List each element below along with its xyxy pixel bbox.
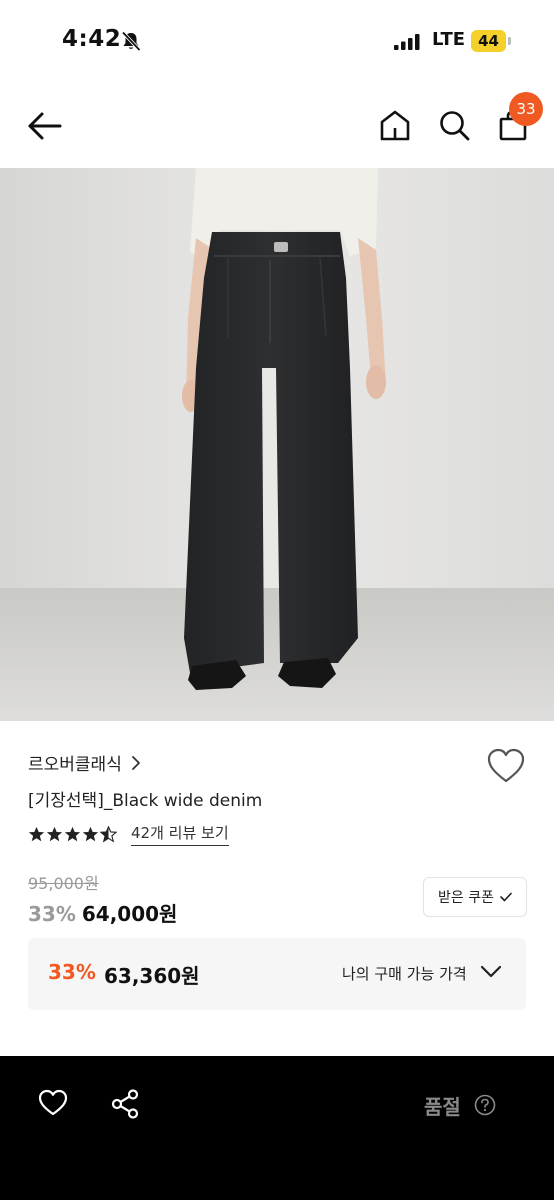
back-icon[interactable] [26, 110, 64, 142]
original-price: 95,000원 [28, 874, 99, 893]
star-icon [64, 826, 81, 841]
network-label: LTE [432, 29, 466, 50]
star-icon [28, 826, 45, 841]
check-icon [500, 892, 512, 902]
my-price: 63,360원 [104, 964, 200, 988]
price-row: 33% 64,000원 [28, 898, 177, 927]
heart-icon[interactable] [38, 1089, 68, 1117]
top-navigation: 33 [0, 84, 554, 168]
star-icon [46, 826, 63, 841]
status-time: 4:42 [62, 26, 122, 52]
review-link[interactable]: 42개 리뷰 보기 [131, 822, 229, 846]
my-discount-rate: 33% [48, 960, 96, 984]
star-icon [82, 826, 99, 841]
product-name: [기장선택]_Black wide denim [28, 791, 263, 811]
wishlist-heart-icon[interactable] [486, 747, 526, 785]
chevron-down-icon[interactable] [480, 965, 502, 979]
brand-name: 르오버클래식 [28, 755, 122, 775]
cart-count-badge[interactable]: 33 [509, 92, 543, 126]
discount-rate: 33% [28, 902, 76, 926]
my-price-panel[interactable]: 33% 63,360원 나의 구매 가능 가격 [28, 938, 526, 1010]
bottom-action-bar: 품절 [0, 1056, 554, 1200]
battery-level: 44 [478, 32, 499, 50]
coupon-label: 받은 쿠폰 [438, 890, 494, 906]
battery-icon: 44 [471, 30, 511, 52]
signal-icon [394, 34, 420, 50]
status-bar: 4:42 LTE 44 [0, 0, 554, 84]
brand-link[interactable]: 르오버클래식 [28, 750, 142, 775]
bell-slash-icon [121, 31, 141, 52]
sale-price: 64,000원 [81, 902, 178, 926]
star-half-icon [100, 825, 117, 843]
star-rating [28, 825, 117, 843]
soldout-label: 품절 [424, 1095, 461, 1119]
rating-row: 42개 리뷰 보기 [28, 822, 229, 846]
received-coupon-button[interactable]: 받은 쿠폰 [423, 877, 527, 917]
chevron-right-icon [131, 755, 140, 770]
my-price-label: 나의 구매 가능 가격 [342, 965, 467, 983]
search-icon[interactable] [437, 108, 471, 142]
home-icon[interactable] [378, 108, 412, 142]
share-icon[interactable] [111, 1089, 139, 1119]
help-icon[interactable] [474, 1094, 496, 1116]
product-image[interactable] [0, 168, 554, 721]
